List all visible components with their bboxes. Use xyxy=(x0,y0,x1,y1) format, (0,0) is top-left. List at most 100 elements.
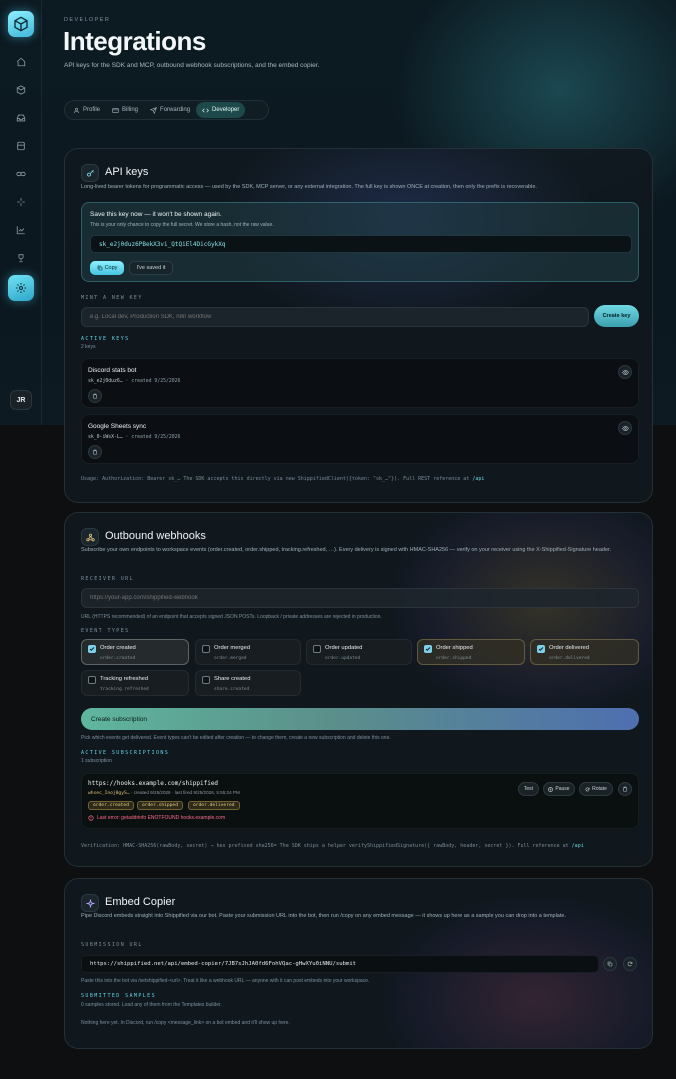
checkbox[interactable] xyxy=(202,676,210,684)
tab-forwarding[interactable]: Forwarding xyxy=(144,102,196,118)
receiver-url-note: URL (HTTPS recommended) of an endpoint t… xyxy=(81,614,382,620)
trash-icon xyxy=(93,393,97,399)
tab-label: Billing xyxy=(122,107,139,113)
copy-url-button[interactable] xyxy=(603,957,617,971)
event-code: tracking.refreshed xyxy=(100,687,149,692)
event-label: Order delivered xyxy=(549,645,589,651)
checkbox-checked[interactable] xyxy=(424,645,432,653)
refresh-icon xyxy=(627,961,633,967)
new-key-value[interactable]: sk_e2j0duz6PBekX3vi_QtQiEl4DicGykXq xyxy=(90,235,632,253)
copy-key-button[interactable]: Copy xyxy=(90,261,124,275)
tab-label: Forwarding xyxy=(160,107,191,113)
create-key-button[interactable]: Create key xyxy=(594,305,639,327)
submission-url-field[interactable]: https://shippified.net/api/embed-copier/… xyxy=(81,955,599,973)
reveal-key-button[interactable] xyxy=(618,421,632,435)
event-option-order-shipped[interactable]: Order shipped order.shipped xyxy=(417,639,525,665)
key-name: Google Sheets sync xyxy=(88,423,147,430)
active-keys-label: ACTIVE KEYS xyxy=(81,336,130,342)
settings-tabs: Profile Billing Forwarding Developer xyxy=(64,100,269,120)
event-code: order.created xyxy=(100,656,136,661)
event-option-order-created[interactable]: Order created order.created xyxy=(81,639,189,665)
checkbox[interactable] xyxy=(202,645,210,653)
checkbox-checked[interactable] xyxy=(537,645,545,653)
saved-it-button[interactable]: I've saved it xyxy=(129,261,173,275)
submitted-samples-label: SUBMITTED SAMPLES xyxy=(81,993,156,999)
sidebar: JR xyxy=(0,0,42,425)
chart-icon[interactable] xyxy=(12,221,30,239)
sparkle-icon xyxy=(81,894,99,912)
event-option-order-updated[interactable]: Order updated order.updated xyxy=(306,639,412,665)
sparkle-icon[interactable] xyxy=(12,193,30,211)
copy-icon xyxy=(97,265,102,271)
send-icon xyxy=(150,106,157,114)
test-button[interactable]: Test xyxy=(518,782,539,796)
link-icon[interactable] xyxy=(12,165,30,183)
check-icon xyxy=(538,647,544,651)
event-label: Order merged xyxy=(214,645,251,651)
api-reference-link[interactable]: /api xyxy=(572,843,584,849)
create-subscription-button[interactable]: Create subscription xyxy=(81,708,639,730)
event-label: Order created xyxy=(100,645,136,651)
event-option-order-delivered[interactable]: Order delivered order.delivered xyxy=(530,639,639,665)
settings-nav-item[interactable] xyxy=(8,275,34,301)
reveal-key-button[interactable] xyxy=(618,365,632,379)
key-meta: sk_e2j0duz6… · created 9/25/2026 xyxy=(88,379,180,384)
tab-profile[interactable]: Profile xyxy=(67,102,106,118)
inbox-icon[interactable] xyxy=(12,109,30,127)
active-subscriptions-label: ACTIVE SUBSCRIPTIONS xyxy=(81,750,170,756)
receiver-url-input[interactable] xyxy=(81,588,639,608)
checkbox[interactable] xyxy=(88,676,96,684)
regenerate-url-button[interactable] xyxy=(623,957,637,971)
event-option-order-merged[interactable]: Order merged order.merged xyxy=(195,639,301,665)
event-code: share.created xyxy=(214,687,250,692)
key-prefix: sk_e2j0duz6… xyxy=(88,379,123,384)
subscription-times: · created 9/25/2026 · last fired 9/25/20… xyxy=(129,790,240,795)
box-icon[interactable] xyxy=(12,81,30,99)
tab-developer[interactable]: Developer xyxy=(196,102,246,118)
event-label: Order updated xyxy=(325,645,363,651)
event-option-share-created[interactable]: Share created share.created xyxy=(195,670,301,696)
delete-key-button[interactable] xyxy=(88,445,102,459)
app-logo[interactable] xyxy=(8,11,34,37)
rotate-label: Rotate xyxy=(592,786,607,792)
key-name-input[interactable] xyxy=(81,307,589,327)
notice-subtitle: This is your only chance to copy the ful… xyxy=(90,222,274,228)
tab-label: Developer xyxy=(212,107,240,113)
user-avatar[interactable]: JR xyxy=(10,390,32,410)
submission-url-note: Paste this into the bot via /setshippifi… xyxy=(81,978,370,984)
error-text: Last error: getaddrinfo ENOTFOUND hooks.… xyxy=(97,815,226,821)
api-reference-link[interactable]: /api xyxy=(472,476,484,482)
pause-button[interactable]: Pause xyxy=(543,782,575,796)
checkbox[interactable] xyxy=(313,645,321,653)
key-row: Discord stats bot sk_e2j0duz6… · created… xyxy=(81,358,639,408)
key-name: Discord stats bot xyxy=(88,367,137,374)
notice-title: Save this key now — it won't be shown ag… xyxy=(90,211,222,218)
eye-icon xyxy=(621,369,629,375)
event-chip: order.shipped xyxy=(137,801,183,810)
delete-key-button[interactable] xyxy=(88,389,102,403)
check-icon xyxy=(425,647,431,651)
webhook-icon xyxy=(81,528,99,546)
event-code: order.shipped xyxy=(436,656,472,661)
card-title: Embed Copier xyxy=(105,896,176,908)
card-glow xyxy=(395,513,652,713)
card-description: Subscribe your own endpoints to workspac… xyxy=(81,547,612,553)
key-prefix: sk_0-iWsX-L… xyxy=(88,435,123,440)
event-option-tracking-refreshed[interactable]: Tracking refreshed tracking.refreshed xyxy=(81,670,189,696)
subscription-error: Last error: getaddrinfo ENOTFOUND hooks.… xyxy=(88,815,225,821)
checkbox-checked[interactable] xyxy=(88,645,96,653)
pause-label: Pause xyxy=(555,786,570,792)
rotate-button[interactable]: Rotate xyxy=(579,782,613,796)
active-subscriptions-count: 1 subscription xyxy=(81,758,112,764)
database-icon[interactable] xyxy=(12,137,30,155)
receiver-url-label: RECEIVER URL xyxy=(81,576,134,582)
card-title: Outbound webhooks xyxy=(105,530,206,542)
tab-label: Profile xyxy=(83,107,101,113)
trophy-icon[interactable] xyxy=(12,249,30,267)
tab-billing[interactable]: Billing xyxy=(106,102,144,118)
delete-subscription-button[interactable] xyxy=(618,782,632,796)
samples-empty-note: Nothing here yet. In Discord, run /copy … xyxy=(81,1020,290,1026)
page-title: Integrations xyxy=(63,26,206,56)
page-eyebrow: DEVELOPER xyxy=(64,17,111,23)
home-icon[interactable] xyxy=(12,53,30,71)
